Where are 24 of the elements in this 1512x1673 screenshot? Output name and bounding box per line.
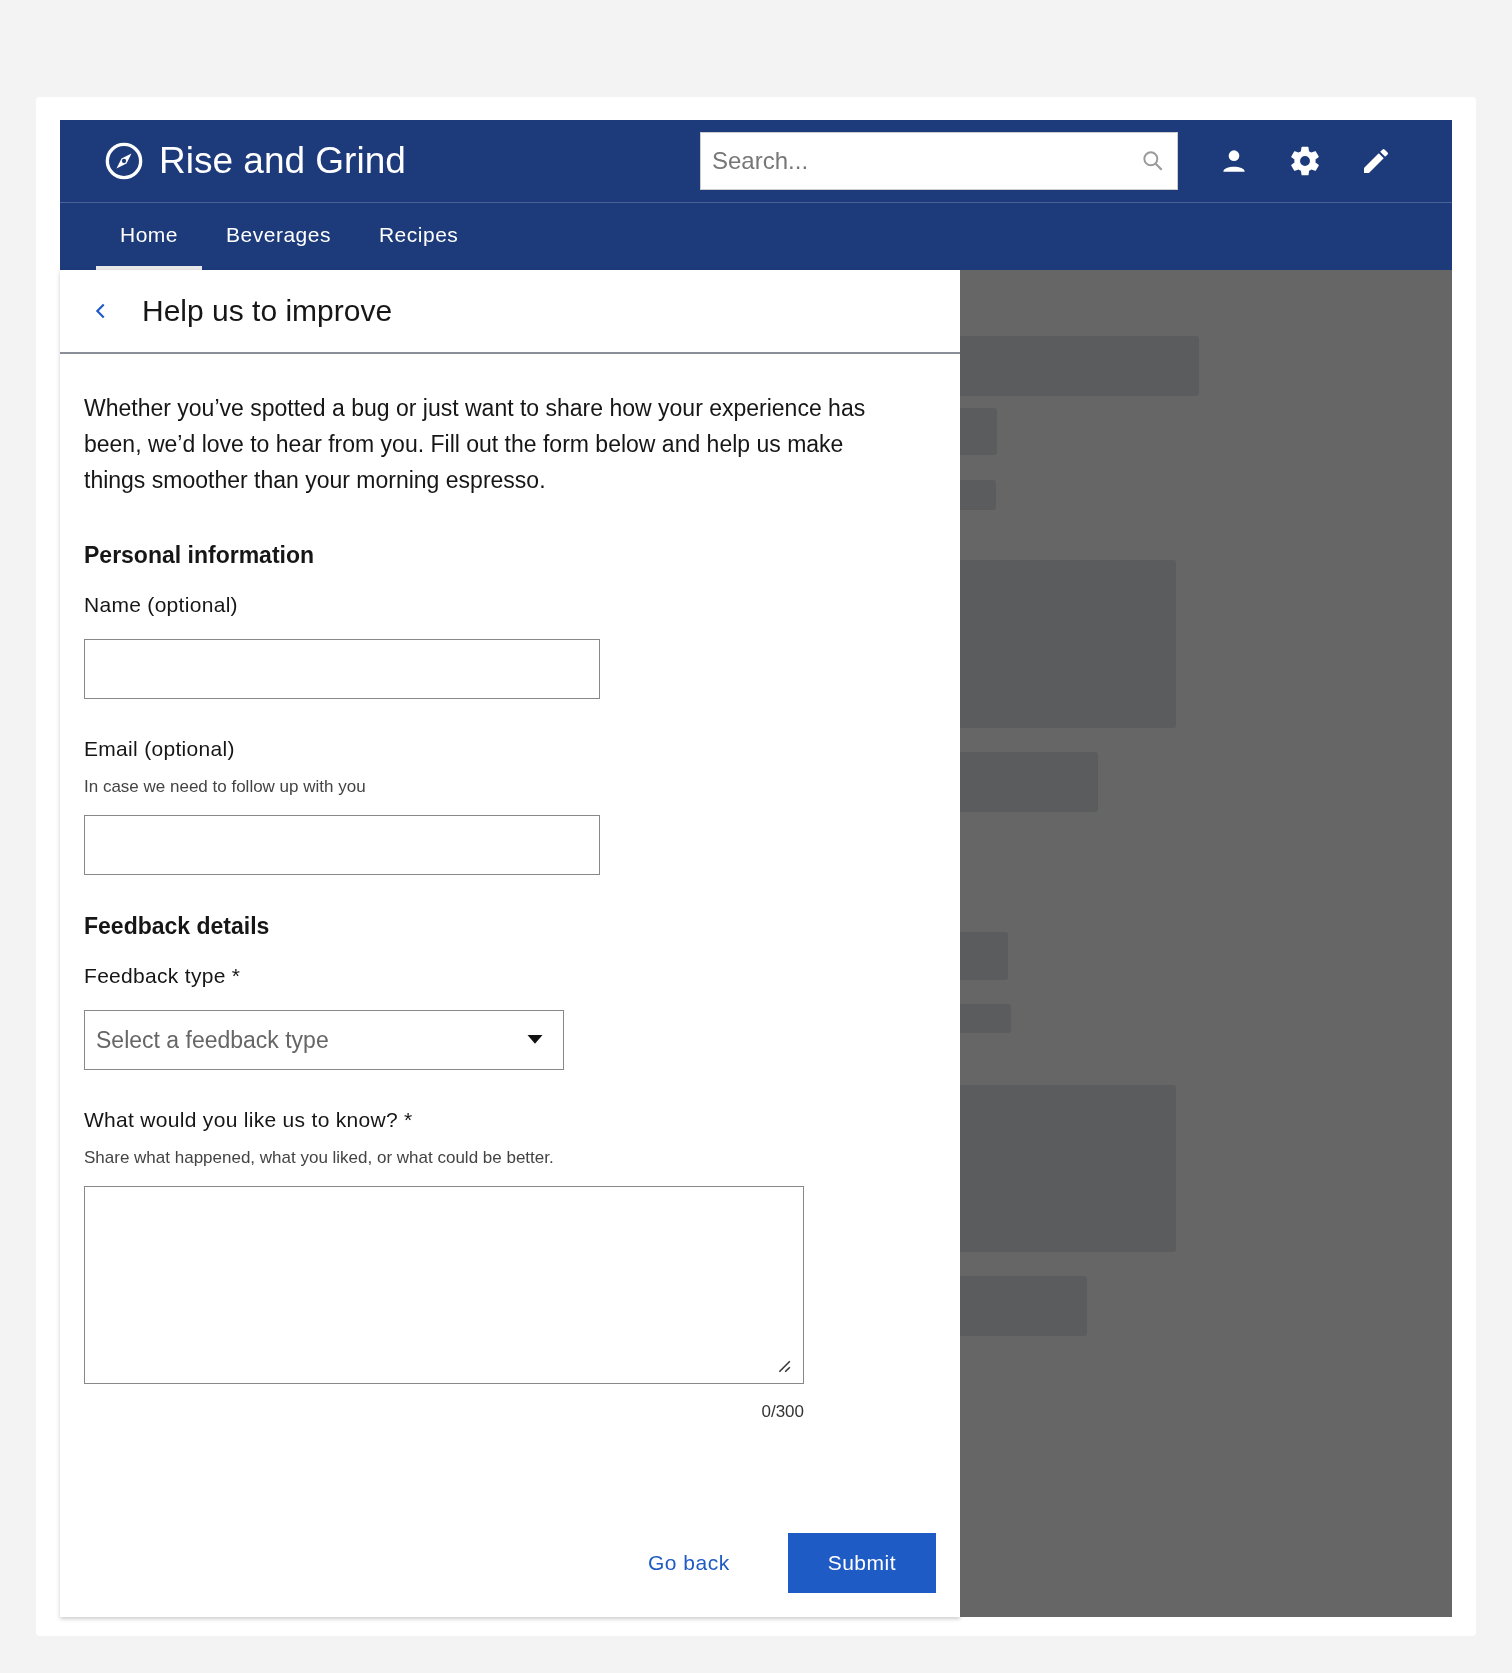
search-field[interactable]: Search... xyxy=(700,132,1178,190)
resize-grip-icon xyxy=(777,1359,791,1373)
text-input[interactable] xyxy=(84,639,600,699)
intro-paragraph: Whether you’ve spotted a bug or just want to share how your experience has been, we’d love to hear from you. Fill out the form below and help us make things smoother than your morning espresso. xyxy=(84,394,867,495)
app-title: Rise and Grind xyxy=(159,140,406,182)
field-hint: Share what happened, what you liked, or what could be better. xyxy=(84,1148,554,1168)
character-counter: 0/300 xyxy=(760,1402,804,1422)
section-heading: Personal information xyxy=(84,542,316,569)
go-back-button[interactable]: Go back xyxy=(611,1533,766,1593)
select-dropdown[interactable]: Select a feedback type xyxy=(84,1010,564,1070)
field-hint: In case we need to follow up with you xyxy=(84,777,366,797)
panel-title: Help us to improve xyxy=(142,294,393,328)
compass-icon xyxy=(104,141,144,181)
caret-icon xyxy=(527,1035,543,1045)
field-label: What would you like us to know? * xyxy=(84,1108,413,1132)
text-input[interactable] xyxy=(84,815,600,875)
field-label: Email (optional) xyxy=(84,737,235,761)
settings-icon[interactable] xyxy=(1288,144,1322,178)
section-heading: Feedback details xyxy=(84,913,271,940)
nav-tab[interactable]: Beverages xyxy=(202,203,355,270)
field-label: Name (optional) xyxy=(84,593,238,617)
nav-tab[interactable]: Recipes xyxy=(354,203,483,270)
submit-button[interactable]: Submit xyxy=(787,1533,936,1593)
field-label: Feedback type * xyxy=(84,964,241,988)
